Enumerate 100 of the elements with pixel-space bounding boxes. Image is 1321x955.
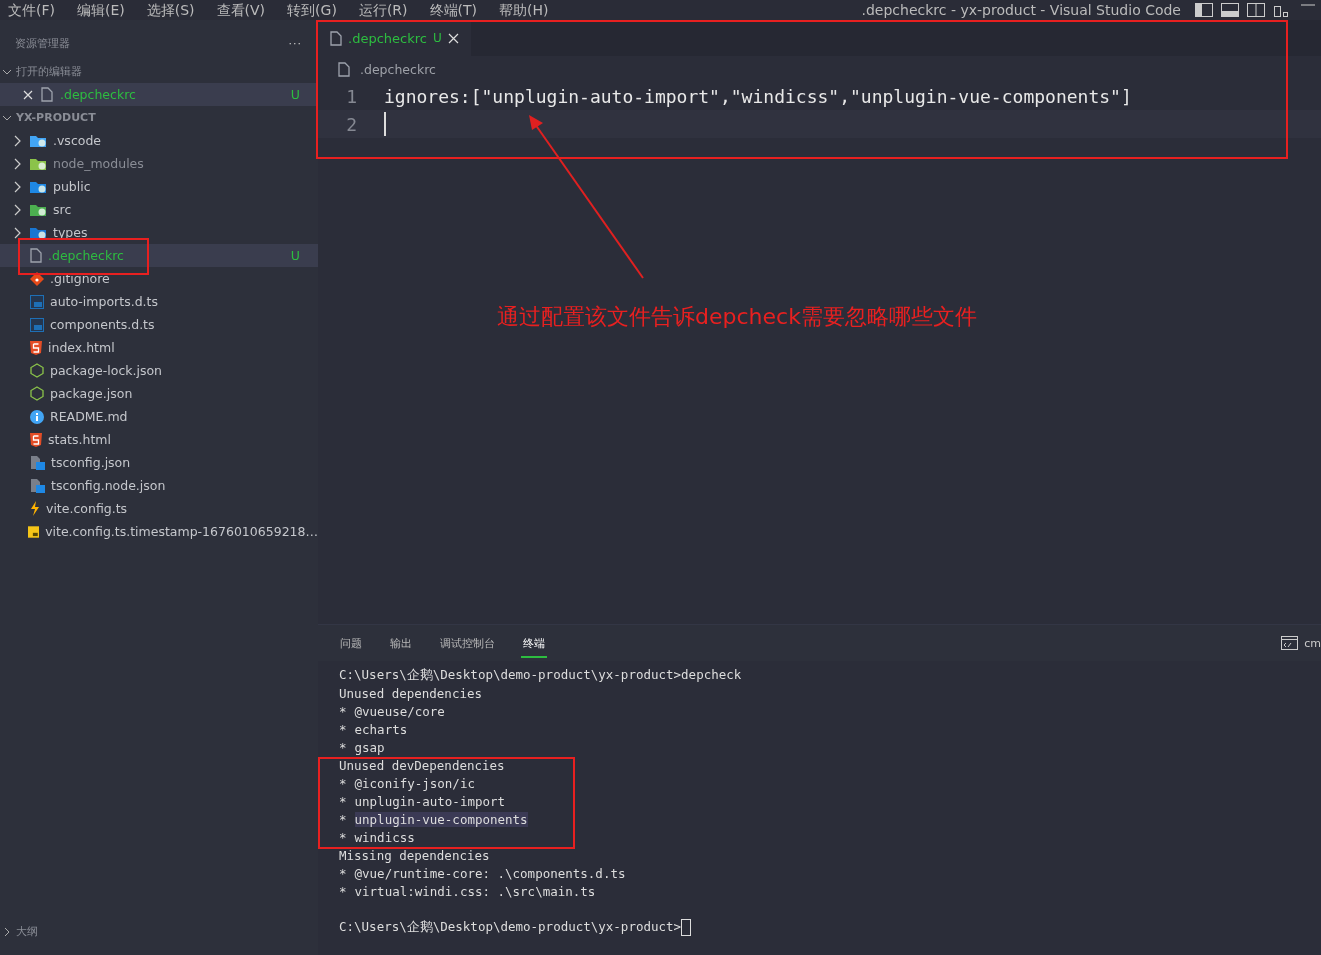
panel-tab[interactable]: 问题 bbox=[338, 628, 364, 658]
bullet: * bbox=[339, 829, 347, 845]
file-icon bbox=[30, 248, 42, 263]
tree-item[interactable]: index.html bbox=[0, 336, 318, 359]
panel-tab[interactable]: 输出 bbox=[388, 628, 414, 658]
folder-icon bbox=[30, 133, 47, 148]
bullet: * bbox=[339, 865, 347, 881]
tree-item[interactable]: auto-imports.d.ts bbox=[0, 290, 318, 313]
tab-label: .depcheckrc bbox=[348, 30, 427, 46]
section-header[interactable]: 大纲 bbox=[0, 920, 318, 943]
file-name: node_modules bbox=[53, 156, 144, 171]
html-icon bbox=[30, 432, 42, 447]
tree-item[interactable]: components.d.ts bbox=[0, 313, 318, 336]
file-name: tsconfig.node.json bbox=[51, 478, 166, 493]
line-number: 1 bbox=[345, 85, 358, 107]
terminal-line: Unused dependencies bbox=[339, 685, 482, 701]
terminal-line: C:\Users\企鹅\Desktop\demo-product\yx-product> bbox=[339, 918, 682, 936]
menu-item[interactable]: 查看(V) bbox=[216, 1, 266, 19]
file-name: vite.config.ts.timestamp-1676010659218… bbox=[45, 524, 318, 539]
tree-item[interactable]: vite.config.ts bbox=[0, 497, 318, 520]
more-actions-button[interactable]: ··· bbox=[288, 36, 302, 50]
line-number: 2 bbox=[345, 113, 358, 135]
tree-item[interactable]: .gitignore bbox=[0, 267, 318, 290]
tree-item[interactable]: .vscode bbox=[0, 129, 318, 152]
menu-item[interactable]: 选择(S) bbox=[146, 1, 195, 19]
close-icon[interactable] bbox=[22, 88, 34, 101]
shell-name[interactable]: cm bbox=[1304, 636, 1321, 650]
tree-item[interactable]: public bbox=[0, 175, 318, 198]
menu-item[interactable]: 运行(R) bbox=[358, 1, 408, 19]
panel-tab[interactable]: 终端 bbox=[521, 628, 547, 658]
tree-item[interactable]: package.json bbox=[0, 382, 318, 405]
terminal-line: @vue/runtime-core: .\components.d.ts bbox=[354, 865, 626, 881]
file-icon bbox=[41, 87, 53, 102]
menu-item[interactable]: 编辑(E) bbox=[77, 1, 125, 19]
breadcrumb-item[interactable]: .depcheckrc bbox=[360, 61, 436, 77]
sidebar-layout-icon[interactable] bbox=[1195, 3, 1213, 17]
bullet: * bbox=[339, 703, 347, 719]
tree-item[interactable]: package-lock.json bbox=[0, 359, 318, 382]
lightning-icon bbox=[30, 501, 40, 516]
file-name: index.html bbox=[48, 340, 115, 355]
typescript-icon bbox=[30, 317, 44, 332]
tree-item[interactable]: tsconfig.node.json bbox=[0, 474, 318, 497]
bullet: * bbox=[339, 739, 347, 755]
file-icon bbox=[338, 61, 350, 77]
panel-tab[interactable]: 调试控制台 bbox=[438, 628, 497, 658]
terminal-icon[interactable] bbox=[1281, 636, 1299, 650]
bullet: * bbox=[339, 883, 347, 899]
tree-item[interactable]: stats.html bbox=[0, 428, 318, 451]
file-name: components.d.ts bbox=[50, 317, 155, 332]
tree-item[interactable]: README.md bbox=[0, 405, 318, 428]
menu-item[interactable]: 终端(T) bbox=[429, 1, 477, 19]
file-name: package.json bbox=[50, 386, 133, 401]
file-name: auto-imports.d.ts bbox=[50, 294, 158, 309]
file-name: vite.config.ts bbox=[46, 501, 128, 516]
menu-item[interactable]: 帮助(H) bbox=[499, 1, 549, 19]
html-icon bbox=[30, 340, 42, 355]
window-title: .depcheckrc - yx-product - Visual Studio Code bbox=[861, 2, 1181, 18]
section-header[interactable]: 打开的编辑器 bbox=[0, 60, 318, 83]
panel-layout-icon[interactable] bbox=[1221, 3, 1239, 17]
git-status: U bbox=[290, 87, 300, 102]
terminal-line: gsap bbox=[354, 739, 385, 755]
terminal-line: windicss bbox=[354, 829, 415, 845]
menu-item[interactable]: 转到(G) bbox=[287, 1, 337, 19]
file-name: .depcheckrc bbox=[60, 87, 136, 102]
terminal-line: @vueuse/core bbox=[354, 703, 445, 719]
tree-item[interactable]: src bbox=[0, 198, 318, 221]
hexagon-icon bbox=[30, 363, 44, 378]
tree-item[interactable]: node_modules bbox=[0, 152, 318, 175]
terminal-line: virtual:windi.css: .\src\main.ts bbox=[354, 883, 596, 899]
tree-item[interactable]: .depcheckrc U bbox=[0, 244, 318, 267]
terminal-line: Unused devDependencies bbox=[339, 757, 505, 773]
code-line: ignores:["unplugin-auto-import","windicss","unplugin-vue-components"] bbox=[384, 85, 1132, 107]
tree-item[interactable]: vite.config.ts.timestamp-1676010659218… bbox=[0, 520, 318, 543]
file-icon bbox=[330, 30, 342, 46]
file-name: .gitignore bbox=[50, 271, 110, 286]
menu-item[interactable]: 文件(F) bbox=[8, 1, 55, 19]
customize-layout-icon[interactable] bbox=[1273, 3, 1291, 17]
terminal-line: @iconify-json/ic bbox=[354, 775, 475, 791]
section-header[interactable]: YX-PRODUCT bbox=[0, 106, 318, 129]
terminal-line: echarts bbox=[354, 721, 408, 737]
annotation-text: 通过配置该文件告诉depcheck需要忽略哪些文件 bbox=[497, 303, 977, 331]
file-name: stats.html bbox=[48, 432, 111, 447]
config-file-icon bbox=[30, 455, 45, 470]
bullet: * bbox=[339, 811, 347, 827]
folder-icon bbox=[30, 156, 47, 171]
folder-icon bbox=[30, 202, 47, 217]
file-name: tsconfig.json bbox=[51, 455, 131, 470]
file-name: .depcheckrc bbox=[48, 248, 124, 263]
file-name: package-lock.json bbox=[50, 363, 163, 378]
typescript-icon bbox=[30, 294, 44, 309]
bullet: * bbox=[339, 721, 347, 737]
file-name: README.md bbox=[50, 409, 128, 424]
terminal-line: unplugin-auto-import bbox=[354, 793, 506, 809]
tree-item[interactable]: tsconfig.json bbox=[0, 451, 318, 474]
close-icon[interactable] bbox=[447, 32, 459, 44]
editor-tab[interactable]: .depcheckrc U bbox=[318, 20, 471, 56]
open-editor-item[interactable]: .depcheckrc U bbox=[0, 83, 318, 106]
split-layout-icon[interactable] bbox=[1247, 3, 1265, 17]
file-name: src bbox=[53, 202, 72, 217]
explorer-title: 资源管理器 bbox=[15, 35, 70, 51]
